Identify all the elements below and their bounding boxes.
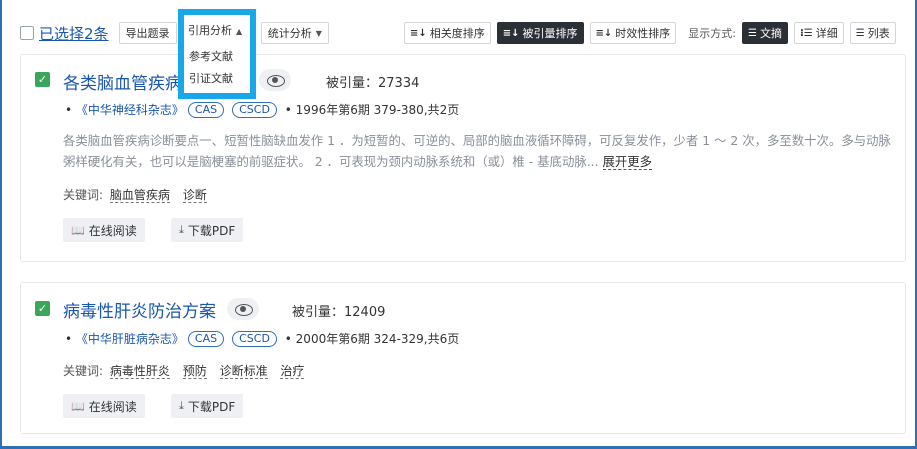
tag-cscd: CSCD xyxy=(232,101,277,118)
select-all-checkbox[interactable] xyxy=(20,26,34,40)
tag-cas: CAS xyxy=(187,101,225,118)
read-online-button[interactable]: 📖 在线阅读 xyxy=(63,394,145,418)
keywords: 关键词: 脑血管疾病 诊断 xyxy=(63,186,213,203)
sort-desc-icon: ≡↓ xyxy=(502,27,520,39)
keyword-link[interactable]: 诊断标准 xyxy=(219,364,268,379)
caret-up-icon: ▲ xyxy=(236,27,243,36)
view-detail-button[interactable]: ⁝☰ 详细 xyxy=(793,22,844,44)
result-checkbox[interactable]: ✓ xyxy=(35,72,50,87)
sort-cited-button[interactable]: ≡↓ 被引量排序 xyxy=(496,22,584,44)
download-icon: ⤓ xyxy=(179,399,184,412)
selected-count-link[interactable]: 已选择2条 xyxy=(39,23,109,44)
citation-analysis-dropdown: 引用分析 ▲ 参考文献 引证文献 xyxy=(178,9,256,99)
keywords: 关键词: 病毒性肝炎 预防 诊断标准 治疗 xyxy=(63,362,310,379)
download-pdf-button[interactable]: ⤓ 下载PDF xyxy=(171,218,244,242)
journal-link[interactable]: 《中华肝脏病杂志》 xyxy=(76,330,184,347)
list-icon: ☰ xyxy=(855,27,865,39)
keyword-link[interactable]: 脑血管疾病 xyxy=(109,188,170,203)
cited-count: 被引量：12409 xyxy=(292,305,386,320)
list-icon: ☰ xyxy=(748,27,757,39)
citation-analysis-text: 引用分析 xyxy=(188,24,232,37)
abstract-body: 各类脑血管疾病诊断要点一、短暂性脑缺血发作 1 ．为短暂的、可逆的、局部的脑血液… xyxy=(63,133,891,169)
citation-analysis-toggle[interactable]: 引用分析 ▲ xyxy=(188,22,242,38)
menu-item-references[interactable]: 参考文献 xyxy=(189,48,233,64)
sort-desc-icon: ≡↓ xyxy=(410,27,427,39)
read-online-label: 在线阅读 xyxy=(88,399,137,414)
bullet: • xyxy=(65,331,76,346)
bullet: • xyxy=(65,102,76,117)
result-title-link[interactable]: 病毒性肝炎防治方案 xyxy=(63,297,216,322)
view-detail-label: 详细 xyxy=(815,27,838,40)
cited-count: 被引量：27334 xyxy=(326,76,420,91)
expand-more-link[interactable]: 展开更多 xyxy=(602,154,653,170)
sort-relevance-label: 相关度排序 xyxy=(429,27,485,40)
keywords-label: 关键词: xyxy=(63,188,104,202)
result-meta: • 《中华神经科杂志》 CAS CSCD • 1996年第6期 379-380,… xyxy=(65,101,459,118)
issue-info: 1996年第6期 379-380,共2页 xyxy=(295,103,460,117)
download-pdf-label: 下载PDF xyxy=(187,223,236,238)
sort-group: ≡↓ 相关度排序 ≡↓ 被引量排序 ≡↓ 时效性排序 显示方式: ☰ 文摘 ⁝☰ 详细 ☰… xyxy=(404,22,896,44)
bullet: • xyxy=(280,102,296,117)
book-icon: 📖 xyxy=(71,223,85,237)
keyword-link[interactable]: 病毒性肝炎 xyxy=(109,364,170,379)
sort-timeliness-button[interactable]: ≡↓ 时效性排序 xyxy=(589,22,677,44)
tag-cas: CAS xyxy=(187,330,225,347)
tag-cscd: CSCD xyxy=(232,330,277,347)
view-list-button[interactable]: ☰ 列表 xyxy=(849,22,896,44)
sort-desc-icon: ≡↓ xyxy=(595,27,613,39)
caret-down-icon: ▼ xyxy=(315,28,322,38)
stats-analysis-label: 统计分析 xyxy=(267,27,312,40)
read-online-label: 在线阅读 xyxy=(88,223,137,238)
result-title-link[interactable]: 各类脑血管疾病 xyxy=(63,69,182,94)
sort-cited-label: 被引量排序 xyxy=(522,27,578,40)
display-mode-label: 显示方式: xyxy=(688,27,737,40)
view-abstract-label: 文摘 xyxy=(759,27,782,40)
download-pdf-button[interactable]: ⤓ 下载PDF xyxy=(171,394,244,418)
result-card: ✓ 病毒性肝炎防治方案 被引量：12409 • 《中华肝脏病杂志》 CAS CS… xyxy=(20,282,906,434)
result-checkbox[interactable]: ✓ xyxy=(35,301,50,316)
keyword-link[interactable]: 预防 xyxy=(182,364,207,379)
preview-eye-icon[interactable] xyxy=(227,298,259,320)
read-online-button[interactable]: 📖 在线阅读 xyxy=(63,218,145,242)
export-label: 导出题录 xyxy=(125,27,170,40)
sort-relevance-button[interactable]: ≡↓ 相关度排序 xyxy=(404,22,491,44)
result-card: ✓ 各类脑血管疾病 被引量：27334 • 《中华神经科杂志》 CAS CSCD… xyxy=(20,54,906,262)
results-toolbar: 已选择2条 导出题录 引用分析▲ 统计分析▼ ≡↓相关度排序 ≡↓被引量排序 ≡… xyxy=(20,19,904,47)
menu-item-citing[interactable]: 引证文献 xyxy=(189,70,233,86)
detail-list-icon: ⁝☰ xyxy=(799,27,813,39)
keyword-link[interactable]: 治疗 xyxy=(280,364,305,379)
preview-eye-icon[interactable] xyxy=(259,69,291,91)
abstract-text: 各类脑血管疾病诊断要点一、短暂性脑缺血发作 1 ．为短暂的、可逆的、局部的脑血液… xyxy=(63,130,899,172)
result-meta: • 《中华肝脏病杂志》 CAS CSCD • 2000年第6期 324-329,… xyxy=(65,330,459,347)
download-icon: ⤓ xyxy=(179,223,184,236)
export-button[interactable]: 导出题录 xyxy=(118,22,177,44)
keywords-label: 关键词: xyxy=(63,364,104,378)
issue-info: 2000年第6期 324-329,共6页 xyxy=(295,332,460,346)
book-icon: 📖 xyxy=(71,399,85,413)
bullet: • xyxy=(280,331,296,346)
keyword-link[interactable]: 诊断 xyxy=(182,188,207,203)
view-abstract-button[interactable]: ☰ 文摘 xyxy=(742,22,788,44)
sort-timeliness-label: 时效性排序 xyxy=(615,27,671,40)
stats-analysis-button[interactable]: 统计分析 ▼ xyxy=(260,22,329,44)
view-list-label: 列表 xyxy=(867,27,890,40)
download-pdf-label: 下载PDF xyxy=(187,399,236,414)
journal-link[interactable]: 《中华神经科杂志》 xyxy=(76,101,184,118)
